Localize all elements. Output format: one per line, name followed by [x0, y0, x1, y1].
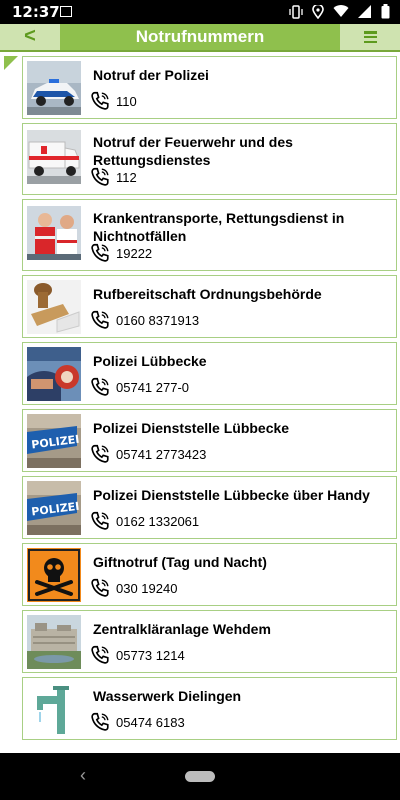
phone-number: 0162 1332061: [116, 513, 200, 529]
signal-icon: [358, 5, 372, 23]
entry-name: Polizei Lübbecke: [93, 353, 207, 369]
police-officer-photo: [27, 347, 81, 401]
police-car-photo: [27, 61, 81, 115]
image-notification-icon: [60, 6, 72, 17]
list-item[interactable]: Giftnotruf (Tag und Nacht) 030 19240: [22, 543, 397, 606]
entry-name: Rufbereitschaft Ordnungsbehörde: [93, 286, 322, 302]
system-navigation-bar: ‹: [0, 753, 400, 800]
emergency-number-list: Notruf der Polizei 110 Notruf der Feuerw…: [22, 56, 397, 753]
battery-icon: [381, 4, 390, 24]
entry-name: Notruf der Polizei: [93, 67, 209, 83]
hamburger-icon: [364, 31, 377, 44]
entry-name: Zentralkläranlage Wehdem: [93, 621, 271, 637]
polizei-sign-photo: POLIZEI: [27, 481, 81, 535]
phone-number: 112: [116, 169, 137, 185]
treatment-plant-photo: [27, 615, 81, 669]
phone-number: 05741 2773423: [116, 446, 207, 462]
ambulance-photo: [27, 130, 81, 184]
phone-number: 030 19240: [116, 580, 178, 596]
list-item[interactable]: POLIZEI Polizei Dienststelle Lübbecke 05…: [22, 409, 397, 472]
nav-back-icon[interactable]: ‹: [80, 765, 86, 786]
phone-row[interactable]: 112: [89, 166, 137, 188]
corner-triangle-decoration: [4, 56, 18, 70]
phone-number: 110: [116, 93, 137, 109]
app-bar: < Notrufnummern: [0, 24, 400, 52]
polizei-sign-photo: POLIZEI: [27, 414, 81, 468]
list-item[interactable]: Polizei Lübbecke 05741 277-0: [22, 342, 397, 405]
entry-name: Wasserwerk Dielingen: [93, 688, 242, 704]
phone-row[interactable]: 05741 2773423: [89, 443, 206, 465]
back-button[interactable]: <: [0, 24, 60, 50]
status-time: 12:37: [12, 3, 60, 21]
phone-row[interactable]: 05773 1214: [89, 644, 185, 666]
list-item[interactable]: POLIZEI Polizei Dienststelle Lübbecke üb…: [22, 476, 397, 539]
list-item[interactable]: Zentralkläranlage Wehdem 05773 1214: [22, 610, 397, 673]
phone-icon: [91, 91, 109, 110]
menu-button[interactable]: [340, 24, 400, 50]
vibrate-icon: [289, 4, 303, 24]
nav-home-pill[interactable]: [185, 771, 215, 782]
app-bar-divider: [0, 50, 400, 52]
wifi-icon: [333, 5, 349, 23]
phone-number: 19222: [116, 245, 153, 261]
status-icons: [289, 3, 390, 24]
entry-name: Krankentransporte, Rettungsdienst in Nic…: [93, 210, 345, 244]
entry-name: Giftnotruf (Tag und Nacht): [93, 554, 267, 570]
phone-icon: [91, 310, 109, 329]
poison-skull-icon: [27, 548, 81, 602]
phone-row[interactable]: 0162 1332061: [89, 510, 199, 532]
entry-name: Polizei Dienststelle Lübbecke über Handy: [93, 487, 370, 503]
phone-number: 05773 1214: [116, 647, 185, 663]
phone-row[interactable]: 0160 8371913: [89, 309, 199, 331]
entry-name: Notruf der Feuerwehr und des Rettungsdie…: [93, 134, 293, 168]
status-bar: 12:37: [0, 0, 400, 24]
page-title: Notrufnummern: [135, 27, 265, 46]
phone-icon: [91, 167, 109, 186]
phone-icon: [91, 578, 109, 597]
list-item[interactable]: Rufbereitschaft Ordnungsbehörde 0160 837…: [22, 275, 397, 338]
phone-row[interactable]: 05741 277-0: [89, 376, 189, 398]
phone-icon: [91, 243, 109, 262]
location-icon: [312, 3, 324, 24]
phone-row[interactable]: 110: [89, 90, 137, 112]
list-item[interactable]: Notruf der Feuerwehr und des Rettungsdie…: [22, 123, 397, 195]
phone-icon: [91, 511, 109, 530]
list-item[interactable]: Notruf der Polizei 110: [22, 56, 397, 119]
phone-number: 05474 6183: [116, 714, 185, 730]
phone-row[interactable]: 19222: [89, 242, 152, 264]
phone-row[interactable]: 030 19240: [89, 577, 177, 599]
phone-icon: [91, 645, 109, 664]
phone-icon: [91, 377, 109, 396]
list-item[interactable]: Krankentransporte, Rettungsdienst in Nic…: [22, 199, 397, 271]
phone-icon: [91, 444, 109, 463]
phone-row[interactable]: 05474 6183: [89, 711, 185, 733]
phone-number: 0160 8371913: [116, 312, 200, 328]
list-item[interactable]: Wasserwerk Dielingen 05474 6183: [22, 677, 397, 740]
water-tap-photo: [27, 682, 81, 736]
entry-name: Polizei Dienststelle Lübbecke: [93, 420, 290, 436]
paramedics-photo: [27, 206, 81, 260]
phone-number: 05741 277-0: [116, 379, 190, 395]
phone-icon: [91, 712, 109, 731]
stamp-photo: [27, 280, 81, 334]
